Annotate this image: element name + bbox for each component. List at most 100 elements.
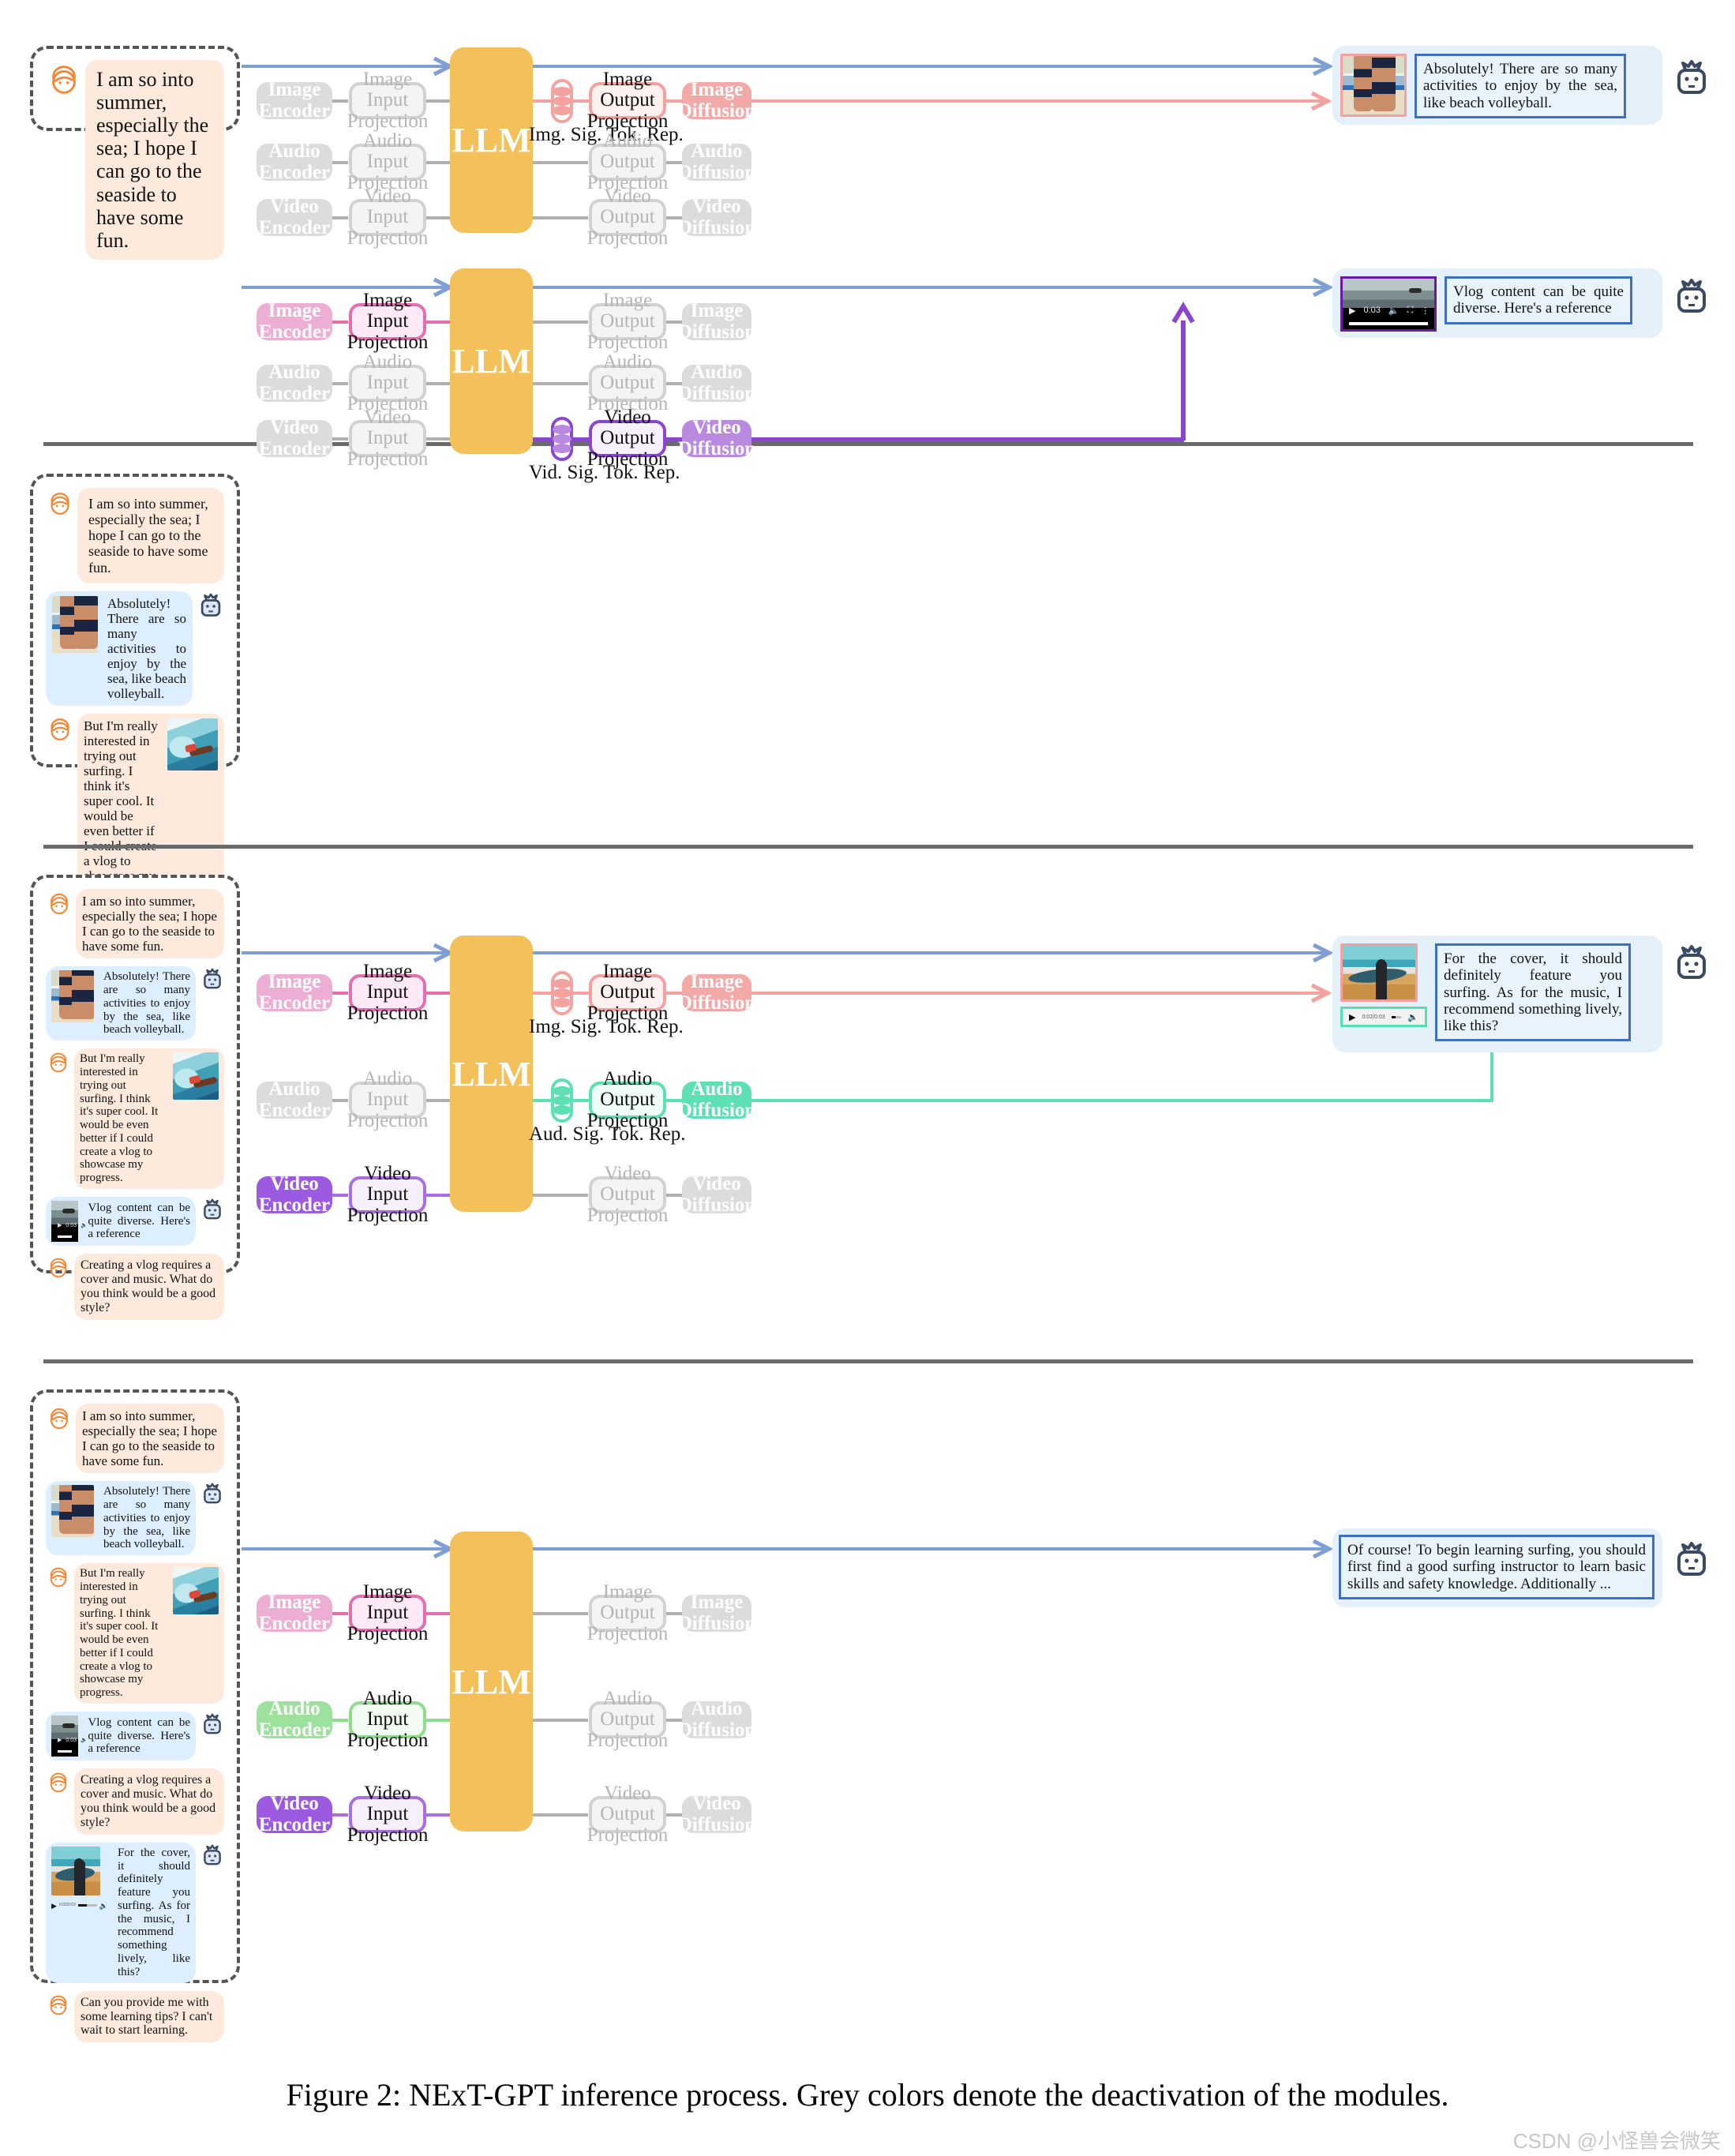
connector-proj-llm-vid-row3	[426, 1194, 450, 1197]
chat-message-user: But I'm really interested in trying out …	[46, 1048, 224, 1190]
audio-player-bar[interactable]: ▶ 0:02/0:03 🔈	[1340, 1007, 1427, 1027]
audio-diffusion-row3: Audio Diffusion	[677, 1078, 756, 1121]
video-controls[interactable]: ▶ 0:03 🔈 ⛶ ⋮	[51, 1733, 105, 1749]
viddiff-output-arrowhead-row2	[1171, 302, 1195, 324]
video-diffusion-row3: Video Diffusion	[677, 1173, 756, 1216]
video-player-thumbnail[interactable]: ▶ 0:03 🔈 ⛶ ⋮	[51, 1201, 105, 1243]
video-player-thumbnail[interactable]: ▶ 0:03 🔈 ⛶ ⋮	[1340, 276, 1437, 332]
audio-player-bar[interactable]: ▶ 0:02/0:03 🔈	[51, 1899, 108, 1913]
token-dot	[553, 979, 571, 988]
surfer-figure	[192, 1591, 218, 1603]
fullscreen-icon[interactable]: ⛶	[1407, 306, 1414, 316]
bot-message-text: Absolutely! There are so many activities…	[107, 595, 186, 701]
audio-encoder-row4: Audio Encoder	[257, 1699, 332, 1740]
connector-vidproj-viddiff-row4	[666, 1813, 682, 1817]
surfboard-image-thumbnail	[51, 1846, 100, 1895]
llm-text-out-row2	[533, 286, 1330, 289]
connector-proj-llm-aud-row4	[426, 1719, 450, 1722]
token-dot	[553, 1086, 571, 1096]
connector-enc-proj-img-row3	[332, 992, 348, 995]
connector-proj-llm-vid-row4	[426, 1813, 450, 1817]
play-icon[interactable]: ▶	[51, 1902, 57, 1910]
more-options-icon[interactable]: ⋮	[99, 1738, 105, 1744]
connector-llm-imgproj-row2	[533, 321, 588, 324]
llm-text-out-row4	[533, 1547, 1330, 1550]
image-input-projection-row4: Image Input Projection	[347, 1581, 429, 1644]
connector-imgproj-imgdiff-row4	[666, 1612, 682, 1615]
video-input-projection-row2: Video Input Projection	[347, 407, 429, 470]
audio-encoder-row3: Audio Encoder	[257, 1079, 332, 1120]
surf-wave-image-thumbnail	[167, 718, 218, 771]
bot-avatar-icon-row1	[1677, 60, 1706, 94]
volleyball-image-thumbnail	[51, 1485, 94, 1538]
llm-block-row3: LLM	[450, 936, 533, 1212]
bot-avatar-icon-row2	[1677, 279, 1706, 313]
image-output-projection-row1: Image Output Projection	[586, 69, 669, 132]
audio-diffusion-row4: Audio Diffusion	[677, 1698, 756, 1741]
video-progress-bar[interactable]	[58, 1750, 73, 1753]
video-output-projection-row2: Video Output Projection	[586, 407, 669, 470]
row-separator-3	[43, 1359, 1693, 1363]
fullscreen-icon[interactable]: ⛶	[92, 1738, 96, 1744]
llm-text-out-arrow-row1	[1312, 56, 1334, 77]
chat-message-user: But I'm really interested in trying out …	[46, 1563, 224, 1704]
bot-avatar-icon	[204, 968, 221, 989]
audio-progress-track[interactable]	[1391, 1015, 1402, 1018]
audio-encoder-row2: Audio Encoder	[257, 362, 332, 403]
more-options-icon[interactable]: ⋮	[99, 1223, 105, 1229]
connector-enc-proj-vid-row2	[332, 437, 348, 441]
play-icon[interactable]: ▶	[58, 1223, 62, 1229]
audio-input-projection-row4: Audio Input Projection	[347, 1688, 429, 1751]
video-controls[interactable]: ▶ 0:03 🔈 ⛶ ⋮	[51, 1218, 105, 1234]
connector-llm-imgproj-row4	[533, 1612, 588, 1615]
user-message-text: I am so into summer, especially the sea;…	[82, 1408, 217, 1469]
llm-text-out-row3	[533, 951, 1330, 954]
volume-icon[interactable]: 🔈	[1388, 306, 1400, 316]
volume-icon[interactable]: 🔈	[81, 1738, 88, 1744]
audio-output-projection-row4: Audio Output Projection	[586, 1688, 669, 1751]
chat-message-bot: Absolutely! There are so many activities…	[46, 966, 224, 1041]
connector-enc-proj-img-row1	[332, 99, 348, 103]
user-avatar-icon	[51, 1408, 68, 1430]
volume-icon[interactable]: 🔈	[99, 1902, 108, 1910]
connector-proj-llm-aud-row3	[426, 1099, 450, 1102]
user-avatar-icon	[50, 1258, 67, 1278]
video-controls[interactable]: ▶ 0:03 🔈 ⛶ ⋮	[1343, 302, 1434, 318]
volume-icon[interactable]: 🔈	[1407, 1012, 1418, 1022]
bot-message-text: Absolutely! There are so many activities…	[103, 1485, 190, 1551]
connector-proj-llm-aud-row1	[426, 161, 450, 164]
play-icon[interactable]: ▶	[58, 1738, 62, 1744]
chat-message-bot: Absolutely! There are so many activities…	[46, 591, 224, 706]
user-message-text: Can you provide me with some learning ti…	[81, 1995, 213, 2038]
chat-message-user: I am so into summer, especially the sea;…	[46, 889, 224, 959]
connector-llm-vidproj-row1	[533, 216, 588, 219]
video-input-projection-row3: Video Input Projection	[347, 1163, 429, 1226]
connector-enc-proj-aud-row2	[332, 382, 348, 385]
image-encoder-row4: Image Encoder	[257, 1592, 332, 1633]
image-diffusion-row1: Image Diffusion	[677, 79, 756, 122]
response-text-row1: Absolutely! There are so many activities…	[1415, 54, 1626, 118]
llm-text-out-arrow-row4	[1312, 1539, 1334, 1559]
volleyball-player	[71, 1485, 94, 1535]
video-diffusion-row2: Video Diffusion	[677, 417, 756, 459]
video-player-thumbnail[interactable]: ▶ 0:03 🔈 ⛶ ⋮	[51, 1715, 105, 1757]
video-progress-bar[interactable]	[1349, 322, 1428, 325]
audio-encoder-row1: Audio Encoder	[257, 141, 332, 182]
video-encoder-row4: Video Encoder	[257, 1794, 332, 1835]
llm-block-row1: LLM	[450, 47, 533, 233]
image-input-projection-row1: Image Input Projection	[347, 69, 429, 132]
play-icon[interactable]: ▶	[1349, 1012, 1355, 1022]
play-icon[interactable]: ▶	[1349, 306, 1355, 316]
fullscreen-icon[interactable]: ⛶	[92, 1223, 96, 1229]
chat-message-user: Creating a vlog requires a cover and mus…	[46, 1768, 224, 1835]
surfboard-image-thumbnail	[1340, 943, 1418, 1002]
connector-vidproj-viddiff-row3	[666, 1194, 682, 1197]
image-input-projection-row3: Image Input Projection	[347, 961, 429, 1024]
more-options-icon[interactable]: ⋮	[1421, 306, 1430, 316]
volume-icon[interactable]: 🔈	[81, 1223, 88, 1229]
connector-proj-llm-img-row1	[426, 99, 450, 103]
image-diffusion-row2: Image Diffusion	[677, 300, 756, 343]
audio-progress-track[interactable]	[77, 1904, 97, 1907]
video-progress-bar[interactable]	[58, 1235, 73, 1239]
viddiff-out-h-row2	[751, 437, 1184, 442]
